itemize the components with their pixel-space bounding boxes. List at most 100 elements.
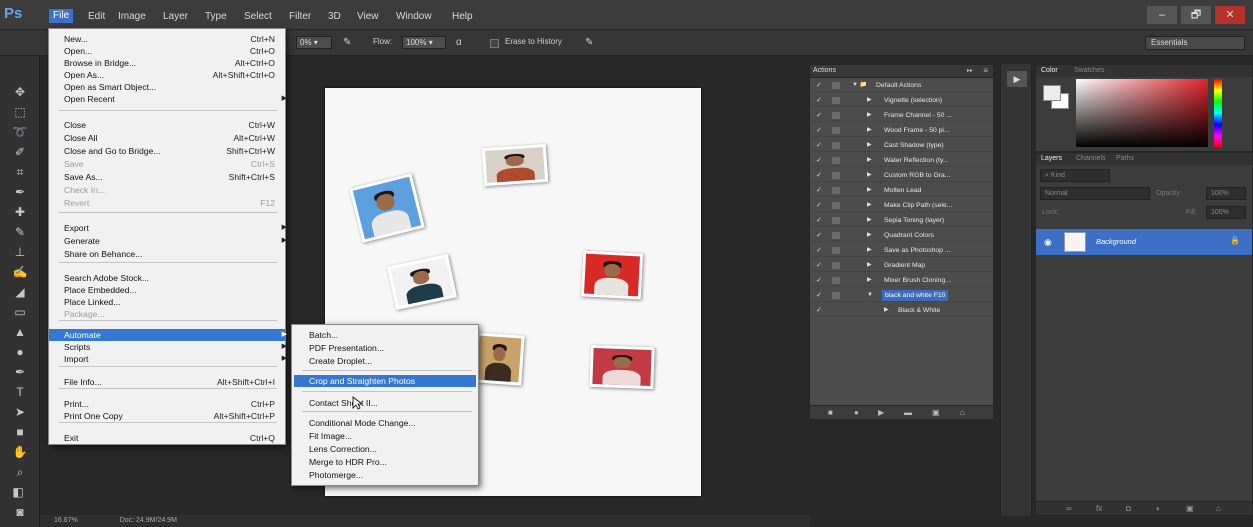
tab-color[interactable]: Color	[1041, 67, 1058, 74]
automate-menu-item[interactable]: Conditional Mode Change...	[292, 417, 478, 429]
file-menu-item[interactable]: Close and Go to Bridge... Shift+Ctrl+W	[49, 145, 285, 157]
file-menu-item[interactable]: Save As... Shift+Ctrl+S	[49, 171, 285, 183]
dialog-toggle-icon[interactable]	[832, 157, 840, 164]
action-toggle-check-icon[interactable]: ✓	[816, 230, 822, 241]
file-menu-item[interactable]: Scripts ▶	[49, 341, 287, 353]
new-layer-icon[interactable]: ▣	[1186, 504, 1194, 513]
path-select-tool-icon[interactable]: ➤	[10, 404, 30, 420]
action-toggle-check-icon[interactable]: ✓	[816, 95, 822, 106]
minimize-icon[interactable]: –	[1147, 6, 1177, 24]
collapse-icon[interactable]: ▸▸	[967, 67, 973, 74]
layer-opacity-field[interactable]: 100%	[1206, 187, 1246, 200]
color-swatches-icon[interactable]: ◧	[8, 484, 28, 500]
airbrush-icon[interactable]: ɑ	[456, 37, 462, 48]
dialog-toggle-icon[interactable]	[832, 97, 840, 104]
action-row[interactable]: ✓ ▶ Molten Lead	[810, 185, 993, 197]
marquee-tool-icon[interactable]: ⬚	[10, 104, 30, 120]
expand-triangle-icon[interactable]: ▶	[867, 245, 872, 256]
type-tool-icon[interactable]: T	[10, 384, 30, 400]
expand-triangle-icon[interactable]: ▶	[867, 125, 872, 136]
dialog-toggle-icon[interactable]	[832, 187, 840, 194]
menu-help[interactable]: Help	[452, 10, 473, 24]
play-icon[interactable]: ▶	[878, 408, 884, 417]
file-menu-item[interactable]: Close All Alt+Ctrl+W	[49, 132, 285, 144]
tab-actions[interactable]: Actions	[813, 67, 836, 74]
eyedropper-tool-icon[interactable]: ✒	[10, 184, 30, 200]
menu-view[interactable]: View	[357, 10, 379, 24]
action-row[interactable]: ✓ ▶ Make Clip Path (sele...	[810, 200, 993, 212]
action-row[interactable]: ✓ ▶ Gradient Map	[810, 260, 993, 272]
menu-window[interactable]: Window	[396, 10, 432, 24]
foreground-color-swatch[interactable]	[1043, 85, 1061, 101]
brush-tool-icon[interactable]: ✎	[10, 224, 30, 240]
dialog-toggle-icon[interactable]	[832, 202, 840, 209]
action-toggle-check-icon[interactable]: ✓	[816, 305, 822, 316]
dialog-toggle-icon[interactable]	[832, 112, 840, 119]
fx-icon[interactable]: fx	[1096, 504, 1102, 513]
action-row[interactable]: ✓ ▶ Vignette (selection)	[810, 95, 993, 107]
action-toggle-check-icon[interactable]: ✓	[816, 80, 822, 91]
healing-tool-icon[interactable]: ✚	[10, 204, 30, 220]
menu-layer[interactable]: Layer	[163, 10, 188, 24]
action-toggle-check-icon[interactable]: ✓	[816, 185, 822, 196]
clone-stamp-tool-icon[interactable]: ⊥	[10, 244, 30, 260]
action-toggle-check-icon[interactable]: ✓	[816, 260, 822, 271]
automate-menu-item[interactable]: Contact Sheet II...	[292, 397, 478, 409]
color-spectrum[interactable]	[1076, 79, 1208, 147]
action-row[interactable]: ✓ ▶ Sepia Toning (layer)	[810, 215, 993, 227]
action-row[interactable]: ✓ ▶ Mixer Brush Cloning...	[810, 275, 993, 287]
tab-paths[interactable]: Paths	[1116, 155, 1134, 162]
move-tool-icon[interactable]: ✥	[10, 84, 30, 100]
file-menu-item[interactable]: File Info... Alt+Shift+Ctrl+I	[49, 376, 285, 388]
menu-edit[interactable]: Edit	[88, 10, 105, 24]
dialog-toggle-icon[interactable]	[832, 262, 840, 269]
panel-menu-icon[interactable]: ≡	[983, 66, 988, 75]
action-row[interactable]: ✓ ▼ 📁 Default Actions	[810, 80, 993, 92]
menu-select[interactable]: Select	[244, 10, 272, 24]
file-menu-item[interactable]: Print One Copy Alt+Shift+Ctrl+P	[49, 410, 285, 422]
erase-history-checkbox[interactable]	[490, 39, 499, 48]
action-row[interactable]: ✓ ▶ Black & White	[810, 305, 993, 317]
file-menu-item[interactable]: Generate ▶	[49, 235, 287, 247]
dialog-toggle-icon[interactable]	[832, 232, 840, 239]
file-menu-item[interactable]: Open As... Alt+Shift+Ctrl+O	[49, 69, 285, 81]
menu-3d[interactable]: 3D	[328, 10, 341, 24]
action-row[interactable]: ✓ ▶ Water Reflection (ty...	[810, 155, 993, 167]
tab-layers[interactable]: Layers	[1041, 155, 1062, 162]
file-menu-item[interactable]: Browse in Bridge... Alt+Ctrl+O	[49, 57, 285, 69]
pressure-opacity-icon[interactable]: ✎	[343, 37, 351, 48]
blur-tool-icon[interactable]: ▲	[10, 324, 30, 340]
expand-triangle-icon[interactable]: ▼ 📁	[852, 80, 867, 91]
action-toggle-check-icon[interactable]: ✓	[816, 215, 822, 226]
menu-file[interactable]: File	[49, 9, 74, 23]
expand-triangle-icon[interactable]: ▶	[867, 170, 872, 181]
expand-triangle-icon[interactable]: ▼	[867, 290, 873, 301]
action-row[interactable]: ✓ ▶ Save as Photoshop ...	[810, 245, 993, 257]
expand-triangle-icon[interactable]: ▶	[867, 95, 872, 106]
expand-triangle-icon[interactable]: ▶	[867, 230, 872, 241]
zoom-level[interactable]: 16.67%	[54, 517, 78, 524]
dialog-toggle-icon[interactable]	[832, 292, 840, 299]
lasso-tool-icon[interactable]: ➰	[10, 124, 30, 140]
dialog-toggle-icon[interactable]	[832, 82, 840, 89]
tab-swatches[interactable]: Swatches	[1074, 67, 1104, 74]
layer-fill-field[interactable]: 100%	[1206, 206, 1246, 219]
mask-icon[interactable]: ◘	[1126, 504, 1131, 513]
expand-triangle-icon[interactable]: ▶	[867, 275, 872, 286]
automate-menu-item[interactable]: Fit Image...	[292, 430, 478, 442]
workspace-switcher[interactable]: Essentials	[1145, 36, 1245, 50]
eye-icon[interactable]: ◉	[1044, 237, 1052, 248]
quick-select-tool-icon[interactable]: ✐	[10, 144, 30, 160]
menu-filter[interactable]: Filter	[289, 10, 311, 24]
expand-triangle-icon[interactable]: ▶	[867, 215, 872, 226]
actions-panel-icon[interactable]: ▶	[1007, 71, 1027, 87]
dialog-toggle-icon[interactable]	[832, 142, 840, 149]
file-menu-item[interactable]: Print... Ctrl+P	[49, 398, 285, 410]
layer-kind-filter[interactable]: ⌕ Kind	[1040, 169, 1110, 182]
restore-icon[interactable]: 🗗	[1181, 6, 1211, 24]
link-icon[interactable]: ∞	[1066, 504, 1072, 513]
new-set-icon[interactable]: ▬	[904, 408, 912, 417]
pen-tool-icon[interactable]: ✒	[10, 364, 30, 380]
new-action-icon[interactable]: ▣	[932, 408, 940, 417]
expand-triangle-icon[interactable]: ▶	[867, 200, 872, 211]
